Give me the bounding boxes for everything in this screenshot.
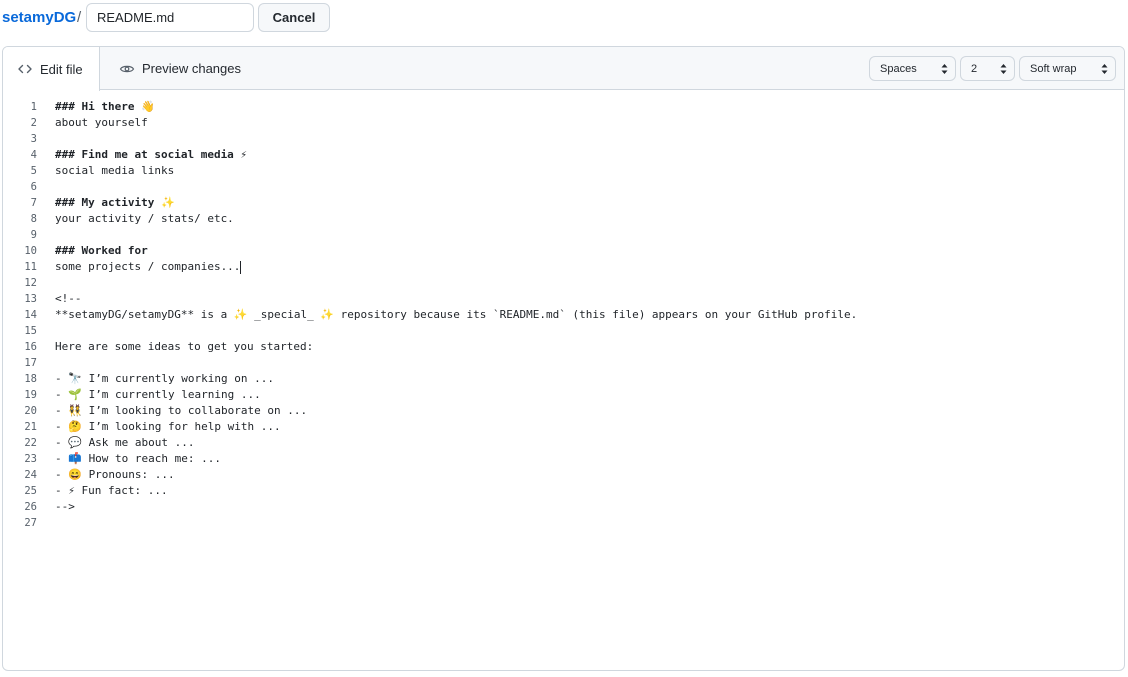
line-number: 2	[30, 117, 37, 129]
text-cursor	[240, 260, 242, 274]
editor-toolbar: Edit file Preview changes Spaces 2 Soft …	[3, 47, 1124, 91]
tab-preview-changes-label: Preview changes	[142, 61, 241, 76]
line-number: 14	[24, 309, 37, 321]
line-text[interactable]: **setamyDG/setamyDG** is a ✨ _special_ ✨…	[55, 307, 857, 323]
line-text[interactable]: - 👯 I’m looking to collaborate on ...	[55, 403, 307, 419]
line-text[interactable]: Here are some ideas to get you started:	[55, 339, 313, 355]
code-line[interactable]: 13 <!--	[3, 291, 1124, 307]
line-number: 7	[30, 197, 37, 209]
code-line[interactable]: 19 - 🌱 I’m currently learning ...	[3, 387, 1124, 403]
line-number: 12	[24, 277, 37, 289]
line-text[interactable]: - 🌱 I’m currently learning ...	[55, 387, 261, 403]
line-number: 24	[24, 469, 37, 481]
wrap-mode-select[interactable]: Soft wrap	[1019, 56, 1116, 81]
repo-link[interactable]: setamyDG	[2, 8, 76, 28]
line-text[interactable]: - 💬 Ask me about ...	[55, 435, 195, 451]
line-number: 20	[24, 405, 37, 417]
line-text[interactable]: about yourself	[55, 115, 148, 131]
line-text[interactable]: - 😄 Pronouns: ...	[55, 467, 175, 483]
code-line[interactable]: 26 -->	[3, 499, 1124, 515]
line-number: 22	[24, 437, 37, 449]
line-text[interactable]: your activity / stats/ etc.	[55, 211, 234, 227]
code-line[interactable]: 15	[3, 323, 1124, 339]
line-number: 5	[30, 165, 37, 177]
filename-input[interactable]	[86, 3, 254, 32]
code-line[interactable]: 12	[3, 275, 1124, 291]
code-icon	[17, 61, 33, 77]
line-text[interactable]: ### Hi there 👋	[55, 99, 155, 115]
code-line[interactable]: 8 your activity / stats/ etc.	[3, 211, 1124, 227]
line-number: 11	[24, 261, 37, 273]
line-text[interactable]: - 🔭 I’m currently working on ...	[55, 371, 274, 387]
code-line[interactable]: 17	[3, 355, 1124, 371]
cancel-button[interactable]: Cancel	[258, 3, 330, 32]
editor-options: Spaces 2 Soft wrap	[869, 56, 1116, 81]
line-text[interactable]: -->	[55, 499, 75, 515]
line-number: 18	[24, 373, 37, 385]
indent-mode-value: Spaces	[880, 62, 917, 75]
path-separator: /	[77, 9, 82, 26]
line-number: 21	[24, 421, 37, 433]
line-number: 23	[24, 453, 37, 465]
indent-mode-select[interactable]: Spaces	[869, 56, 956, 81]
code-line[interactable]: 21 - 🤔 I’m looking for help with ...	[3, 419, 1124, 435]
code-line[interactable]: 24 - 😄 Pronouns: ...	[3, 467, 1124, 483]
code-line[interactable]: 20 - 👯 I’m looking to collaborate on ...	[3, 403, 1124, 419]
line-number: 9	[30, 229, 37, 241]
code-line[interactable]: 22 - 💬 Ask me about ...	[3, 435, 1124, 451]
code-line[interactable]: 6	[3, 179, 1124, 195]
line-number: 13	[24, 293, 37, 305]
code-line[interactable]: 27	[3, 515, 1124, 531]
line-text[interactable]: ### Find me at social media ⚡	[55, 147, 247, 163]
wrap-mode-value: Soft wrap	[1030, 62, 1077, 75]
line-number: 17	[24, 357, 37, 369]
tab-edit-file-label: Edit file	[40, 61, 83, 77]
code-line[interactable]: 7 ### My activity ✨	[3, 195, 1124, 211]
code-line[interactable]: 10 ### Worked for	[3, 243, 1124, 259]
select-arrows-icon	[941, 64, 948, 74]
code-line[interactable]: 18 - 🔭 I’m currently working on ...	[3, 371, 1124, 387]
line-text[interactable]: - 📫 How to reach me: ...	[55, 451, 221, 467]
line-number: 19	[24, 389, 37, 401]
code-line[interactable]: 2 about yourself	[3, 115, 1124, 131]
line-number: 25	[24, 485, 37, 497]
tab-edit-file[interactable]: Edit file	[3, 47, 100, 91]
code-line[interactable]: 1 ### Hi there 👋	[3, 99, 1124, 115]
indent-size-value: 2	[971, 62, 978, 75]
line-number: 4	[30, 149, 37, 161]
select-arrows-icon	[1101, 64, 1108, 74]
line-number: 8	[30, 213, 37, 225]
line-text[interactable]: - 🤔 I’m looking for help with ...	[55, 419, 281, 435]
code-line[interactable]: 11 some projects / companies...	[3, 259, 1124, 275]
eye-icon	[119, 61, 135, 77]
file-path-bar: setamyDG / Cancel	[0, 0, 1128, 40]
code-line[interactable]: 16 Here are some ideas to get you started…	[3, 339, 1124, 355]
indent-size-select[interactable]: 2	[960, 56, 1015, 81]
line-number: 15	[24, 325, 37, 337]
line-number: 10	[24, 245, 37, 257]
tab-preview-changes[interactable]: Preview changes	[115, 47, 241, 90]
code-line[interactable]: 3	[3, 131, 1124, 147]
line-number: 3	[30, 133, 37, 145]
line-number: 1	[30, 101, 37, 113]
code-line[interactable]: 23 - 📫 How to reach me: ...	[3, 451, 1124, 467]
line-number: 27	[24, 517, 37, 529]
code-line[interactable]: 4 ### Find me at social media ⚡	[3, 147, 1124, 163]
line-text[interactable]: ### My activity ✨	[55, 195, 175, 211]
line-number: 6	[30, 181, 37, 193]
select-arrows-icon	[1000, 64, 1007, 74]
code-line[interactable]: 5 social media links	[3, 163, 1124, 179]
code-editor[interactable]: 1 ### Hi there 👋 2 about yourself 3 4 ### Find…	[3, 99, 1124, 531]
line-text[interactable]: <!--	[55, 291, 82, 307]
line-number: 26	[24, 501, 37, 513]
line-number: 16	[24, 341, 37, 353]
file-editor: Edit file Preview changes Spaces 2 Soft …	[2, 46, 1125, 671]
code-line[interactable]: 25 - ⚡ Fun fact: ...	[3, 483, 1124, 499]
code-line[interactable]: 14 **setamyDG/setamyDG** is a ✨ _special_…	[3, 307, 1124, 323]
line-text[interactable]: ### Worked for	[55, 243, 148, 259]
line-text[interactable]: - ⚡ Fun fact: ...	[55, 483, 168, 499]
line-text[interactable]: social media links	[55, 163, 174, 179]
code-line[interactable]: 9	[3, 227, 1124, 243]
line-text[interactable]: some projects / companies...	[55, 259, 242, 275]
